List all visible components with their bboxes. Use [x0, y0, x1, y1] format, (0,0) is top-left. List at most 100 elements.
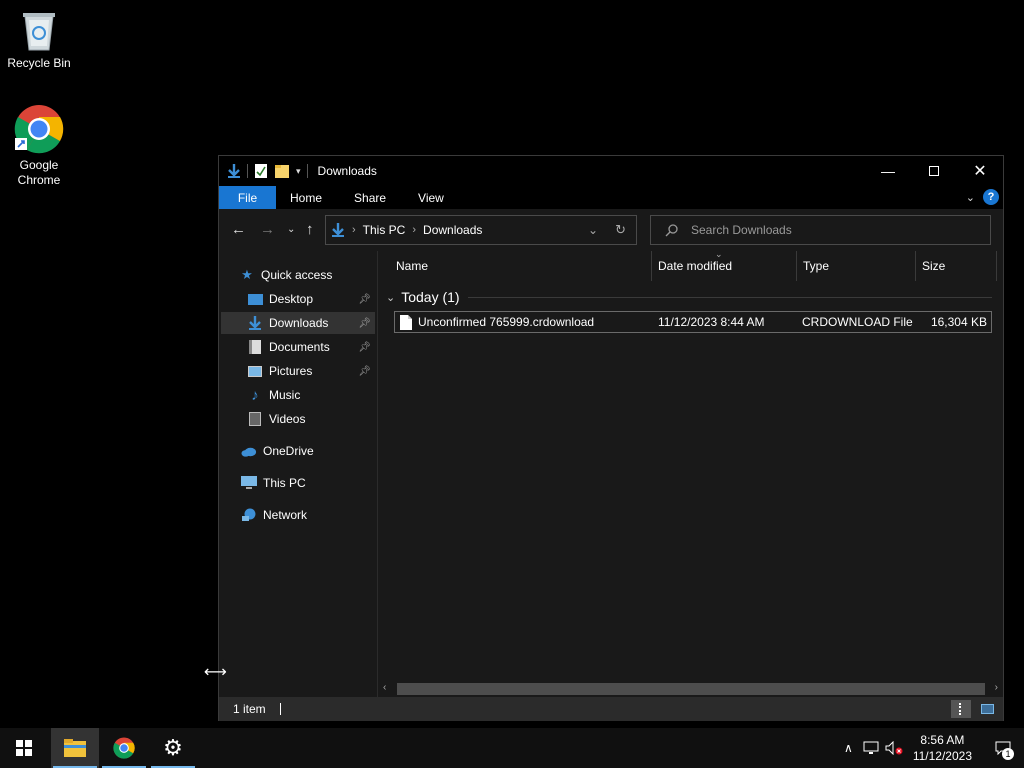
nav-label: Quick access: [261, 268, 333, 282]
quick-access-toolbar: ▾: [219, 163, 308, 179]
search-input[interactable]: Search Downloads: [650, 215, 991, 245]
qat-dropdown-icon[interactable]: ▾: [296, 166, 301, 177]
computer-icon: [241, 475, 257, 491]
nav-videos[interactable]: Videos: [247, 408, 375, 430]
nav-documents[interactable]: Documents 📌︎: [247, 336, 375, 358]
refresh-icon[interactable]: ↻: [615, 222, 626, 238]
tab-view[interactable]: View: [402, 186, 460, 209]
chrome-shortcut[interactable]: Google Chrome: [1, 104, 77, 188]
column-header-type[interactable]: Type: [797, 251, 916, 281]
recycle-bin-shortcut[interactable]: Recycle Bin: [1, 8, 77, 71]
column-label: Date modified: [658, 259, 733, 273]
nav-network[interactable]: Network: [241, 504, 375, 526]
nav-onedrive[interactable]: OneDrive: [241, 440, 375, 462]
tab-home[interactable]: Home: [276, 186, 338, 209]
taskbar-file-explorer[interactable]: [51, 728, 99, 768]
status-separator: [279, 703, 281, 715]
back-arrow-icon[interactable]: ←: [231, 221, 246, 238]
download-location-icon: [332, 223, 344, 237]
file-type: CRDOWNLOAD File: [802, 315, 913, 329]
toolbar-separator: [306, 164, 308, 178]
column-header-date-modified[interactable]: Date modified ⌄: [652, 249, 797, 281]
details-view-icon[interactable]: [951, 700, 971, 718]
chrome-icon: [113, 737, 135, 759]
file-icon: [400, 315, 412, 330]
navigation-pane: ★ Quick access Desktop 📌︎ Downloads 📌︎ D…: [219, 251, 377, 697]
minimize-button[interactable]: —: [865, 156, 911, 186]
scroll-left-icon[interactable]: ‹: [383, 682, 386, 693]
help-icon[interactable]: ?: [983, 189, 999, 205]
video-icon: [247, 411, 263, 427]
network-icon[interactable]: [863, 741, 879, 755]
address-dropdown-icon[interactable]: ⌄: [588, 223, 598, 237]
nav-quick-access[interactable]: ★ Quick access: [239, 264, 375, 286]
maximize-button[interactable]: [911, 156, 957, 186]
table-row[interactable]: Unconfirmed 765999.crdownload 11/12/2023…: [394, 311, 992, 333]
clock-time: 8:56 AM: [920, 733, 965, 747]
column-label: Name: [396, 259, 429, 273]
search-icon: [665, 224, 678, 237]
show-hidden-icons-chevron-icon[interactable]: ∧: [844, 741, 853, 755]
gear-icon: ⚙: [163, 735, 183, 760]
sort-indicator-icon: ⌄: [715, 249, 723, 259]
start-button[interactable]: [0, 728, 48, 768]
column-header-name[interactable]: Name: [390, 251, 652, 281]
group-label: Today (1): [401, 289, 460, 305]
taskbar-chrome[interactable]: [100, 728, 148, 768]
close-button[interactable]: ✕: [957, 156, 1003, 186]
column-header-size[interactable]: Size: [916, 251, 997, 281]
breadcrumb-chevron-icon[interactable]: ›: [352, 224, 356, 236]
scroll-right-icon[interactable]: ›: [995, 682, 998, 693]
expand-ribbon-icon[interactable]: ⌄: [966, 191, 975, 204]
nav-downloads[interactable]: Downloads 📌︎: [221, 312, 375, 334]
search-placeholder: Search Downloads: [691, 223, 792, 237]
file-list: Name Date modified ⌄ Type Size ⌄ Today (…: [378, 249, 1003, 697]
breadcrumb-chevron-icon[interactable]: ›: [412, 224, 416, 236]
chrome-icon: [14, 105, 64, 154]
up-arrow-icon[interactable]: ↑: [306, 221, 314, 238]
action-center-button[interactable]: 1: [988, 728, 1018, 768]
download-arrow-icon: [228, 164, 240, 178]
nav-music[interactable]: ♪ Music: [247, 384, 375, 406]
nav-label: Downloads: [269, 316, 329, 330]
pin-icon[interactable]: 📌︎: [358, 318, 371, 329]
breadcrumb-downloads[interactable]: Downloads: [423, 223, 482, 237]
clock[interactable]: 8:56 AM 11/12/2023: [913, 732, 972, 764]
address-bar[interactable]: › This PC › Downloads ⌄ ↻: [325, 215, 637, 245]
file-size: 16,304 KB: [930, 315, 987, 329]
window-title: Downloads: [317, 164, 377, 178]
recycle-bin-icon: [23, 13, 55, 51]
nav-pictures[interactable]: Pictures 📌︎: [247, 360, 375, 382]
nav-label: Pictures: [269, 364, 313, 378]
large-icons-view-icon[interactable]: [977, 700, 997, 718]
picture-icon: [247, 363, 263, 379]
pin-icon[interactable]: 📌︎: [358, 342, 371, 353]
forward-arrow-icon[interactable]: →: [260, 221, 275, 238]
navigation-bar: ← → ⌄ ↑ › This PC › Downloads ⌄ ↻ Search…: [219, 209, 1003, 251]
file-explorer-window: ▾ Downloads — ✕ File Home Share View ⌄ ?…: [218, 155, 1004, 721]
recent-locations-chevron-icon[interactable]: ⌄: [287, 224, 295, 235]
download-arrow-icon: [247, 315, 263, 331]
group-header-today[interactable]: ⌄ Today (1): [386, 287, 992, 307]
tab-file[interactable]: File: [219, 186, 276, 209]
scrollbar-thumb[interactable]: [397, 683, 985, 695]
notification-badge: 1: [1002, 748, 1014, 760]
nav-label: Desktop: [269, 292, 314, 306]
properties-icon[interactable]: [254, 163, 268, 179]
nav-desktop[interactable]: Desktop 📌︎: [247, 288, 375, 310]
tab-share[interactable]: Share: [338, 186, 402, 209]
file-name: Unconfirmed 765999.crdownload: [418, 315, 595, 329]
title-bar[interactable]: ▾ Downloads — ✕: [219, 156, 1003, 186]
horizontal-scrollbar[interactable]: ‹ ›: [378, 681, 1003, 697]
new-folder-icon[interactable]: [274, 163, 290, 179]
breadcrumb-this-pc[interactable]: This PC: [363, 223, 406, 237]
pin-icon[interactable]: 📌︎: [358, 294, 371, 305]
taskbar-settings[interactable]: ⚙: [149, 728, 197, 768]
nav-this-pc[interactable]: This PC: [241, 472, 375, 494]
nav-label: Documents: [269, 340, 330, 354]
volume-muted-icon[interactable]: [885, 741, 903, 755]
clock-date: 11/12/2023: [912, 749, 972, 763]
pin-icon[interactable]: 📌︎: [358, 366, 371, 377]
collapse-chevron-icon[interactable]: ⌄: [386, 291, 395, 304]
network-icon: [241, 507, 257, 523]
